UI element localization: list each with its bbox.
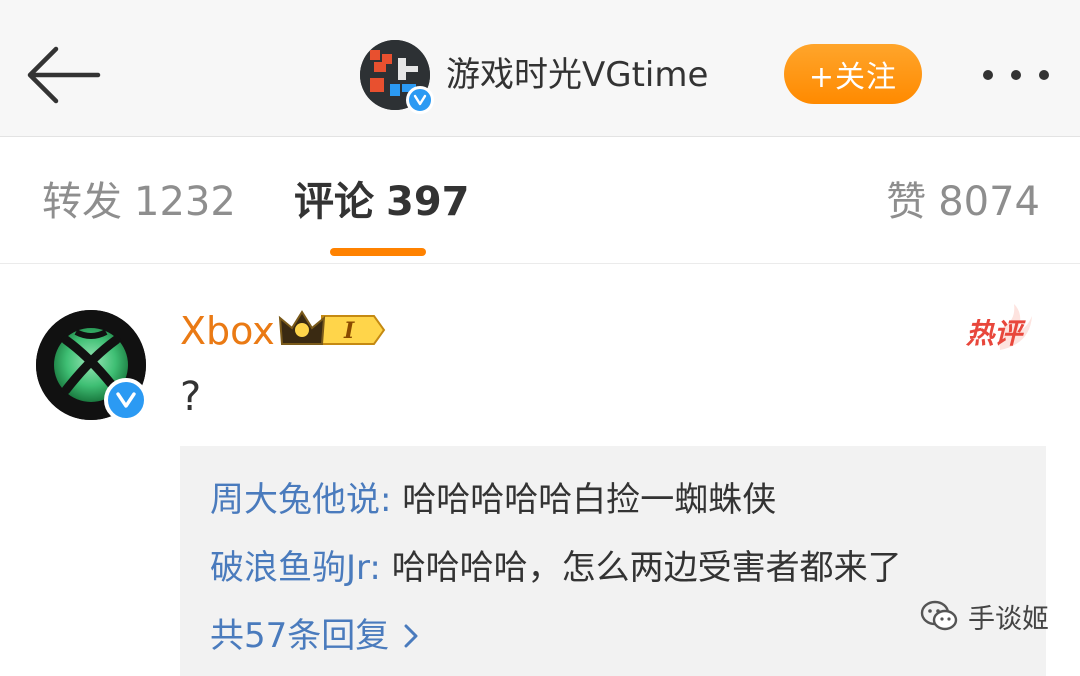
reply-text: 哈哈哈哈哈白捡一蜘蛛侠 bbox=[402, 480, 777, 520]
reply-text: 哈哈哈哈，怎么两边受害者都来了 bbox=[391, 548, 902, 588]
hot-comment-label: 热评 bbox=[966, 317, 1023, 350]
tab-count: 1232 bbox=[134, 179, 236, 225]
reply-author[interactable]: 破浪鱼驹Jr bbox=[210, 548, 369, 588]
account-name[interactable]: 游戏时光VGtime bbox=[446, 50, 708, 100]
watermark: 手谈姬 bbox=[920, 596, 1049, 636]
reply-item[interactable]: 破浪鱼驹Jr: 哈哈哈哈，怎么两边受害者都来了 bbox=[210, 546, 902, 590]
reply-preview[interactable]: 周大兔他说: 哈哈哈哈哈白捡一蜘蛛侠 破浪鱼驹Jr: 哈哈哈哈，怎么两边受害者都… bbox=[180, 446, 1046, 676]
watermark-text: 手谈姬 bbox=[968, 603, 1049, 635]
follow-button[interactable]: +关注 bbox=[784, 44, 922, 104]
comment-text: ? bbox=[180, 374, 202, 420]
crown-icon: I bbox=[278, 310, 386, 345]
verified-badge bbox=[104, 378, 148, 422]
verified-v-icon bbox=[413, 94, 427, 106]
tab-count: 397 bbox=[386, 179, 470, 225]
verified-v-icon bbox=[116, 392, 136, 408]
commenter-name[interactable]: Xbox bbox=[180, 308, 275, 354]
chevron-right-icon bbox=[404, 624, 418, 648]
more-replies-label: 共57条回复 bbox=[210, 616, 390, 656]
back-button[interactable] bbox=[24, 40, 104, 110]
back-arrow-icon bbox=[27, 46, 101, 104]
reply-item[interactable]: 周大兔他说: 哈哈哈哈哈白捡一蜘蛛侠 bbox=[210, 478, 776, 522]
tab-likes[interactable]: 赞 8074 bbox=[886, 177, 1040, 227]
top-bar: 游戏时光VGtime +关注 bbox=[0, 0, 1080, 137]
tab-label: 赞 bbox=[886, 179, 927, 225]
tab-forward[interactable]: 转发 1232 bbox=[42, 177, 236, 227]
active-tab-indicator bbox=[330, 248, 426, 256]
tab-bar: 转发 1232 评论 397 赞 8074 bbox=[0, 137, 1080, 264]
tab-comments[interactable]: 评论 397 bbox=[294, 177, 470, 227]
vip-level-text: I bbox=[343, 318, 355, 344]
reply-author[interactable]: 周大兔他说 bbox=[210, 480, 380, 520]
more-dots-icon bbox=[983, 70, 1049, 80]
wechat-icon bbox=[920, 600, 958, 631]
reply-colon: : bbox=[380, 480, 403, 520]
vip-level-badge: I bbox=[278, 308, 388, 352]
more-button[interactable] bbox=[978, 60, 1054, 90]
tab-count: 8074 bbox=[938, 179, 1040, 225]
commenter-avatar[interactable] bbox=[36, 310, 148, 422]
tab-label: 评论 bbox=[294, 179, 374, 225]
reply-colon: : bbox=[369, 548, 392, 588]
hot-comment-tag: 热评 bbox=[960, 300, 1040, 356]
view-all-replies-link[interactable]: 共57条回复 bbox=[210, 614, 419, 658]
verified-badge bbox=[406, 86, 434, 114]
tab-label: 转发 bbox=[42, 179, 122, 225]
account-avatar[interactable] bbox=[360, 40, 434, 114]
